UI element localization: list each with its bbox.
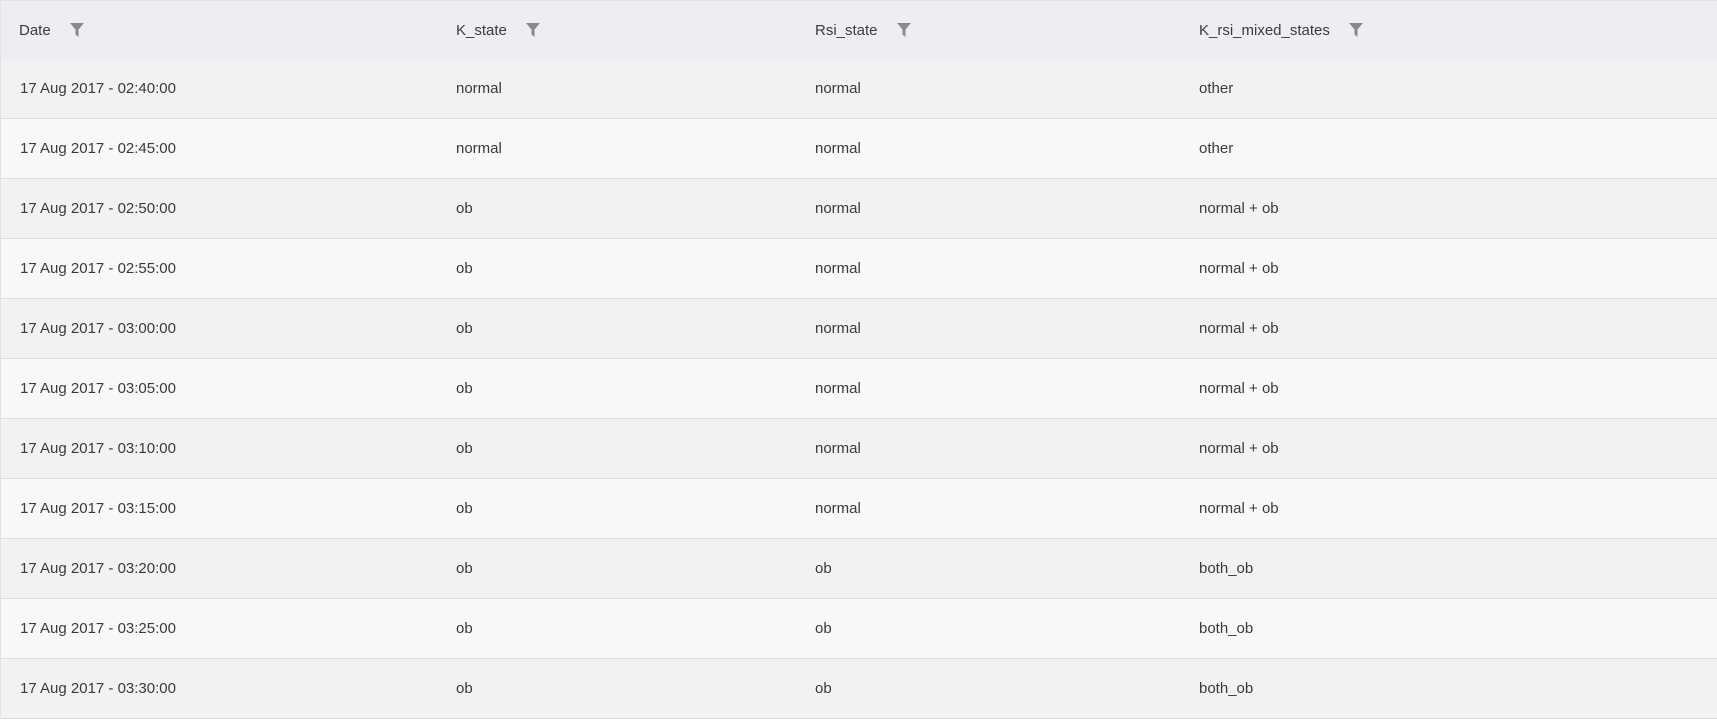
- filter-icon[interactable]: [525, 22, 541, 38]
- cell-date: 17 Aug 2017 - 03:00:00: [20, 320, 176, 337]
- cell-date: 17 Aug 2017 - 02:55:00: [20, 260, 176, 277]
- data-table: Date K_state Rsi_state K_rsi_mixed_state…: [0, 0, 1717, 719]
- cell-rsi-state: ob: [815, 680, 832, 697]
- cell-k-state: ob: [456, 200, 473, 217]
- cell-k-rsi-mixed-states: normal + ob: [1199, 500, 1279, 517]
- table-header-row: Date K_state Rsi_state K_rsi_mixed_state…: [1, 1, 1717, 59]
- cell-rsi-state: normal: [815, 500, 861, 517]
- cell-date: 17 Aug 2017 - 03:30:00: [20, 680, 176, 697]
- column-header-label: Date: [19, 21, 51, 39]
- table-row[interactable]: 17 Aug 2017 - 02:40:00 normal normal oth…: [1, 59, 1717, 119]
- cell-k-state: ob: [456, 620, 473, 637]
- cell-rsi-state: normal: [815, 200, 861, 217]
- cell-k-rsi-mixed-states: normal + ob: [1199, 200, 1279, 217]
- cell-rsi-state: normal: [815, 80, 861, 97]
- table-row[interactable]: 17 Aug 2017 - 03:25:00 ob ob both_ob: [1, 599, 1717, 659]
- cell-k-state: ob: [456, 440, 473, 457]
- cell-date: 17 Aug 2017 - 02:45:00: [20, 140, 176, 157]
- filter-icon[interactable]: [1348, 22, 1364, 38]
- cell-k-state: normal: [456, 140, 502, 157]
- table-row[interactable]: 17 Aug 2017 - 02:55:00 ob normal normal …: [1, 239, 1717, 299]
- cell-date: 17 Aug 2017 - 03:20:00: [20, 560, 176, 577]
- cell-rsi-state: normal: [815, 320, 861, 337]
- cell-rsi-state: normal: [815, 440, 861, 457]
- cell-k-rsi-mixed-states: normal + ob: [1199, 380, 1279, 397]
- cell-rsi-state: normal: [815, 380, 861, 397]
- cell-date: 17 Aug 2017 - 03:05:00: [20, 380, 176, 397]
- cell-date: 17 Aug 2017 - 02:40:00: [20, 80, 176, 97]
- cell-rsi-state: ob: [815, 560, 832, 577]
- cell-k-state: ob: [456, 560, 473, 577]
- cell-k-state: ob: [456, 260, 473, 277]
- cell-k-state: ob: [456, 320, 473, 337]
- filter-icon[interactable]: [69, 22, 85, 38]
- cell-k-rsi-mixed-states: both_ob: [1199, 680, 1254, 697]
- column-header-label: K_state: [456, 21, 507, 39]
- table-row[interactable]: 17 Aug 2017 - 02:45:00 normal normal oth…: [1, 119, 1717, 179]
- column-header-label: Rsi_state: [815, 21, 878, 39]
- table-row[interactable]: 17 Aug 2017 - 03:15:00 ob normal normal …: [1, 479, 1717, 539]
- table-row[interactable]: 17 Aug 2017 - 02:50:00 ob normal normal …: [1, 179, 1717, 239]
- cell-rsi-state: ob: [815, 620, 832, 637]
- column-header-date[interactable]: Date: [19, 1, 85, 59]
- cell-rsi-state: normal: [815, 260, 861, 277]
- cell-k-rsi-mixed-states: both_ob: [1199, 560, 1254, 577]
- table-row[interactable]: 17 Aug 2017 - 03:10:00 ob normal normal …: [1, 419, 1717, 479]
- column-header-label: K_rsi_mixed_states: [1199, 21, 1330, 39]
- cell-k-rsi-mixed-states: both_ob: [1199, 620, 1254, 637]
- table-row[interactable]: 17 Aug 2017 - 03:30:00 ob ob both_ob: [1, 659, 1717, 719]
- cell-date: 17 Aug 2017 - 02:50:00: [20, 200, 176, 217]
- table-row[interactable]: 17 Aug 2017 - 03:20:00 ob ob both_ob: [1, 539, 1717, 599]
- column-header-rsi-state[interactable]: Rsi_state: [815, 1, 912, 59]
- cell-k-rsi-mixed-states: normal + ob: [1199, 440, 1279, 457]
- cell-k-state: ob: [456, 680, 473, 697]
- table-row[interactable]: 17 Aug 2017 - 03:05:00 ob normal normal …: [1, 359, 1717, 419]
- cell-date: 17 Aug 2017 - 03:10:00: [20, 440, 176, 457]
- cell-rsi-state: normal: [815, 140, 861, 157]
- cell-k-rsi-mixed-states: normal + ob: [1199, 320, 1279, 337]
- cell-k-rsi-mixed-states: other: [1199, 80, 1234, 97]
- cell-k-rsi-mixed-states: other: [1199, 140, 1234, 157]
- column-header-k-rsi-mixed-states[interactable]: K_rsi_mixed_states: [1199, 1, 1364, 59]
- filter-icon[interactable]: [896, 22, 912, 38]
- cell-k-state: ob: [456, 500, 473, 517]
- table-row[interactable]: 17 Aug 2017 - 03:00:00 ob normal normal …: [1, 299, 1717, 359]
- cell-date: 17 Aug 2017 - 03:25:00: [20, 620, 176, 637]
- column-header-k-state[interactable]: K_state: [456, 1, 541, 59]
- cell-k-state: ob: [456, 380, 473, 397]
- cell-date: 17 Aug 2017 - 03:15:00: [20, 500, 176, 517]
- cell-k-rsi-mixed-states: normal + ob: [1199, 260, 1279, 277]
- cell-k-state: normal: [456, 80, 502, 97]
